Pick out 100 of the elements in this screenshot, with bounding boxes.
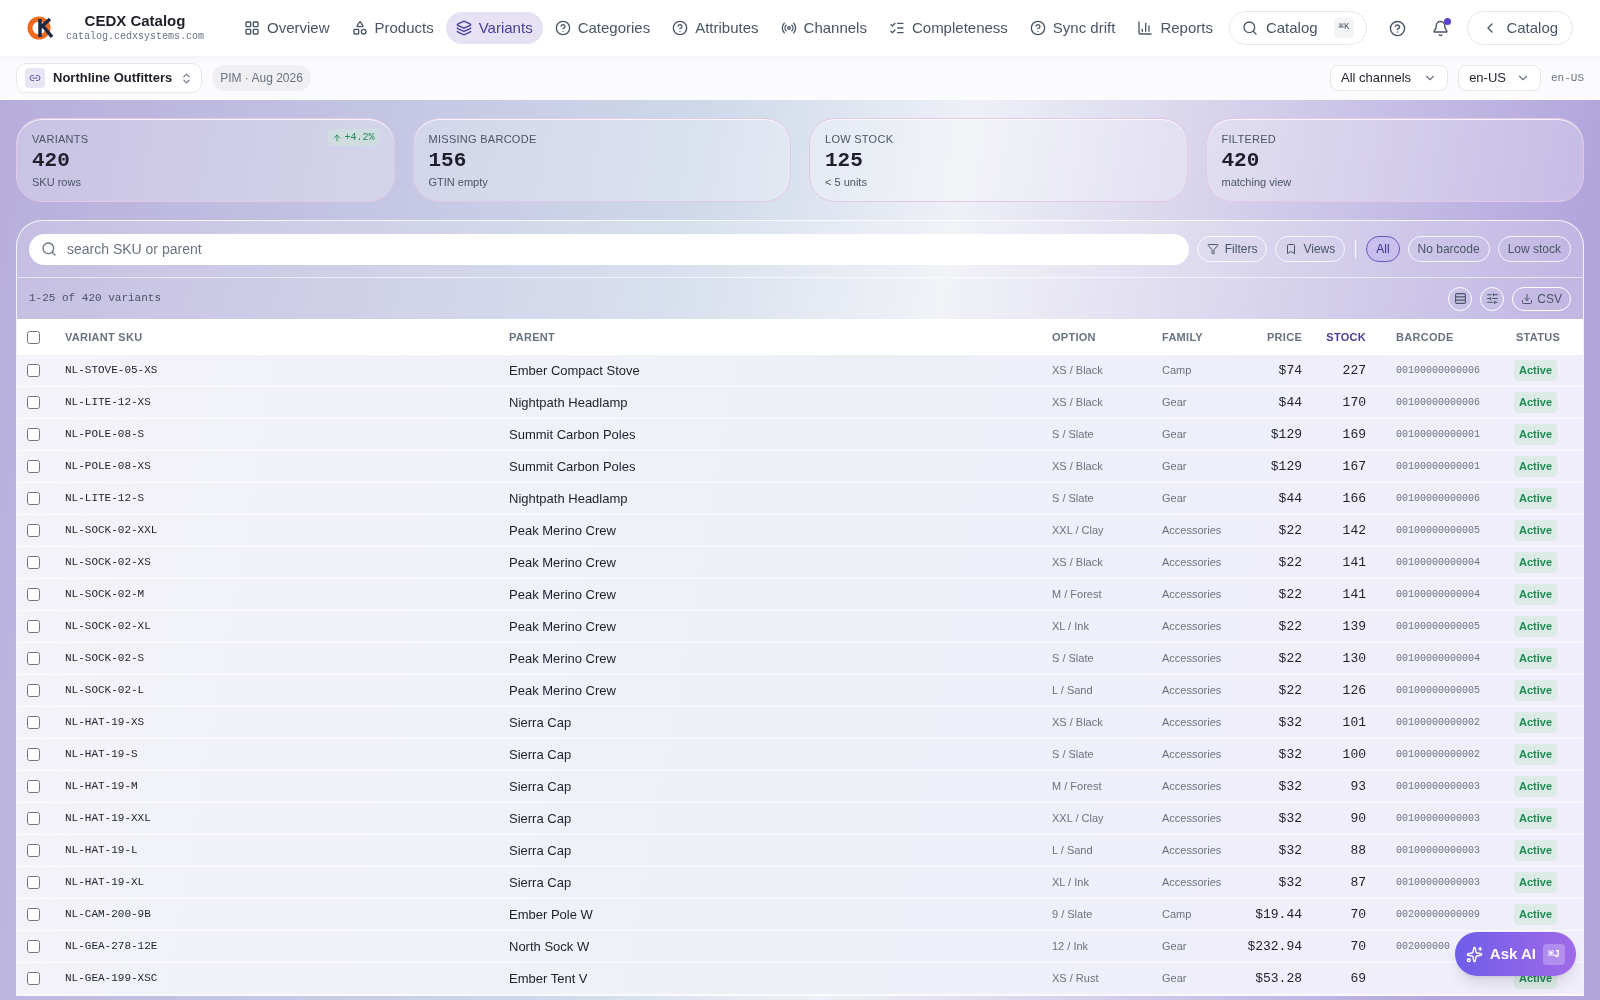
period-tag: PIM · Aug 2026: [212, 65, 311, 91]
column-header[interactable]: FAMILY: [1162, 328, 1203, 346]
nav-tab[interactable]: Reports: [1127, 12, 1223, 44]
row-checkbox[interactable]: [27, 428, 40, 441]
kpi-value: 420: [1221, 147, 1261, 174]
select-all-checkbox[interactable]: [27, 330, 40, 344]
parent-cell-text: Sierra Cap: [509, 713, 572, 732]
column-header[interactable]: PARENT: [509, 328, 556, 346]
locale-select[interactable]: en-US: [1458, 65, 1541, 91]
search-input[interactable]: search SKU or parent: [67, 238, 1177, 260]
kpi-value: 156: [428, 147, 468, 174]
family-cell-text: Accessories: [1162, 651, 1222, 667]
column-header[interactable]: BARCODE: [1396, 328, 1454, 346]
parent-cell-text: Ember Compact Stove: [509, 361, 640, 380]
family-cell-text: Gear: [1162, 395, 1187, 411]
barcode-cell-text: 00100000000005: [1396, 620, 1480, 634]
column-header[interactable]: PRICE: [1267, 328, 1302, 346]
bar-chart-icon: [1137, 20, 1154, 36]
nav-tab[interactable]: Products: [341, 12, 444, 44]
row-checkbox[interactable]: [27, 364, 40, 377]
row-checkbox[interactable]: [27, 492, 40, 505]
option-cell-text: XXL / Clay: [1052, 811, 1104, 827]
sku-cell-text: NL-STOVE-05-XS: [65, 363, 158, 379]
trend-badge: +4.2%: [328, 129, 379, 146]
row-checkbox[interactable]: [27, 812, 40, 825]
barcode-cell-text: 00100000000004: [1396, 588, 1480, 602]
price-cell-text: $32: [1278, 745, 1302, 764]
family-cell-text: Gear: [1162, 491, 1187, 507]
nav-tab[interactable]: Channels: [770, 12, 877, 44]
nav-tab[interactable]: Attributes: [662, 12, 769, 44]
locale-label: en-US: [1551, 70, 1584, 86]
nav-tab[interactable]: Completeness: [878, 12, 1018, 44]
status-badge: Active: [1514, 904, 1558, 925]
nav-tab[interactable]: Variants: [445, 12, 543, 44]
row-checkbox[interactable]: [27, 780, 40, 793]
barcode-cell-text: 00100000000002: [1396, 716, 1480, 730]
parent-cell-text: North Sock W: [509, 937, 590, 956]
row-checkbox[interactable]: [27, 972, 40, 985]
parent-cell-text: Nightpath Headlamp: [509, 489, 628, 508]
column-header[interactable]: STOCK: [1326, 328, 1366, 346]
parent-cell-text: Peak Merino Crew: [509, 649, 616, 668]
barcode-cell-text: 00100000000003: [1396, 876, 1480, 890]
sku-cell-text: NL-HAT-19-L: [65, 843, 138, 859]
row-checkbox[interactable]: [27, 396, 40, 409]
barcode-cell-text: 00200000000009: [1396, 908, 1480, 922]
option-cell-text: L / Sand: [1052, 683, 1093, 699]
row-checkbox[interactable]: [27, 876, 40, 889]
nav-tab[interactable]: Sync drift: [1019, 12, 1126, 44]
row-checkbox[interactable]: [27, 716, 40, 729]
row-checkbox[interactable]: [27, 844, 40, 857]
column-header[interactable]: STATUS: [1516, 328, 1561, 346]
row-checkbox[interactable]: [27, 684, 40, 697]
workspace-switcher[interactable]: Northline Outfitters: [16, 63, 203, 93]
row-checkbox[interactable]: [27, 908, 40, 921]
parent-cell-text: Nightpath Headlamp: [509, 393, 628, 412]
column-header[interactable]: VARIANT SKU: [65, 328, 143, 346]
status-badge: Active: [1514, 872, 1558, 893]
bell-icon[interactable]: [1432, 19, 1450, 37]
stock-cell-text: 130: [1342, 649, 1366, 668]
channel-select[interactable]: All channels: [1330, 65, 1449, 91]
price-cell-text: $22: [1278, 681, 1302, 700]
parent-cell-text: Peak Merino Crew: [509, 617, 616, 636]
sku-cell-text: NL-SOCK-02-XL: [65, 619, 151, 635]
search-field[interactable]: search SKU or parent: [29, 233, 1189, 265]
sku-cell-text: NL-HAT-19-XS: [65, 715, 145, 731]
row-checkbox[interactable]: [27, 460, 40, 473]
sku-cell-text: NL-GEA-199-XSC: [65, 971, 158, 987]
row-checkbox[interactable]: [27, 524, 40, 537]
row-checkbox[interactable]: [27, 748, 40, 761]
barcode-cell-text: 00100000000003: [1396, 812, 1480, 826]
help-icon[interactable]: [1389, 19, 1407, 37]
barcode-cell-text: 00100000000001: [1396, 428, 1480, 442]
filter-chip[interactable]: All: [1366, 236, 1400, 262]
family-cell-text: Gear: [1162, 939, 1187, 955]
status-badge: Active: [1514, 712, 1558, 733]
column-header[interactable]: OPTION: [1052, 328, 1096, 346]
price-cell-text: $32: [1278, 809, 1302, 828]
price-cell-text: $53.28: [1255, 969, 1302, 988]
kpi-value: 125: [825, 147, 864, 174]
option-cell-text: 12 / Ink: [1052, 939, 1089, 955]
nav-tab[interactable]: Overview: [234, 12, 340, 44]
row-checkbox[interactable]: [27, 940, 40, 953]
row-checkbox[interactable]: [27, 652, 40, 665]
barcode-cell-text: 00100000000004: [1396, 556, 1480, 570]
shortcut-key: ⌘K: [1333, 18, 1355, 38]
row-checkbox[interactable]: [27, 620, 40, 633]
stock-cell-text: 69: [1350, 969, 1366, 988]
sparkle-icon: [1465, 945, 1483, 963]
search-icon: [41, 241, 57, 257]
barcode-cell-text: 00100000000006: [1396, 396, 1480, 410]
ask-ai-button[interactable]: Ask AI ⌘J: [1454, 932, 1576, 976]
nav-tab[interactable]: Categories: [544, 12, 661, 44]
kpi-caption: GTIN empty: [428, 174, 489, 190]
option-cell-text: XL / Ink: [1052, 875, 1089, 891]
barcode-cell-text: 00100000000003: [1396, 844, 1480, 858]
row-checkbox[interactable]: [27, 556, 40, 569]
sku-cell-text: NL-POLE-08-XS: [65, 459, 151, 475]
option-cell-text: S / Slate: [1052, 427, 1094, 443]
row-checkbox[interactable]: [27, 588, 40, 601]
kpi-label: VARIANTS: [32, 132, 89, 147]
